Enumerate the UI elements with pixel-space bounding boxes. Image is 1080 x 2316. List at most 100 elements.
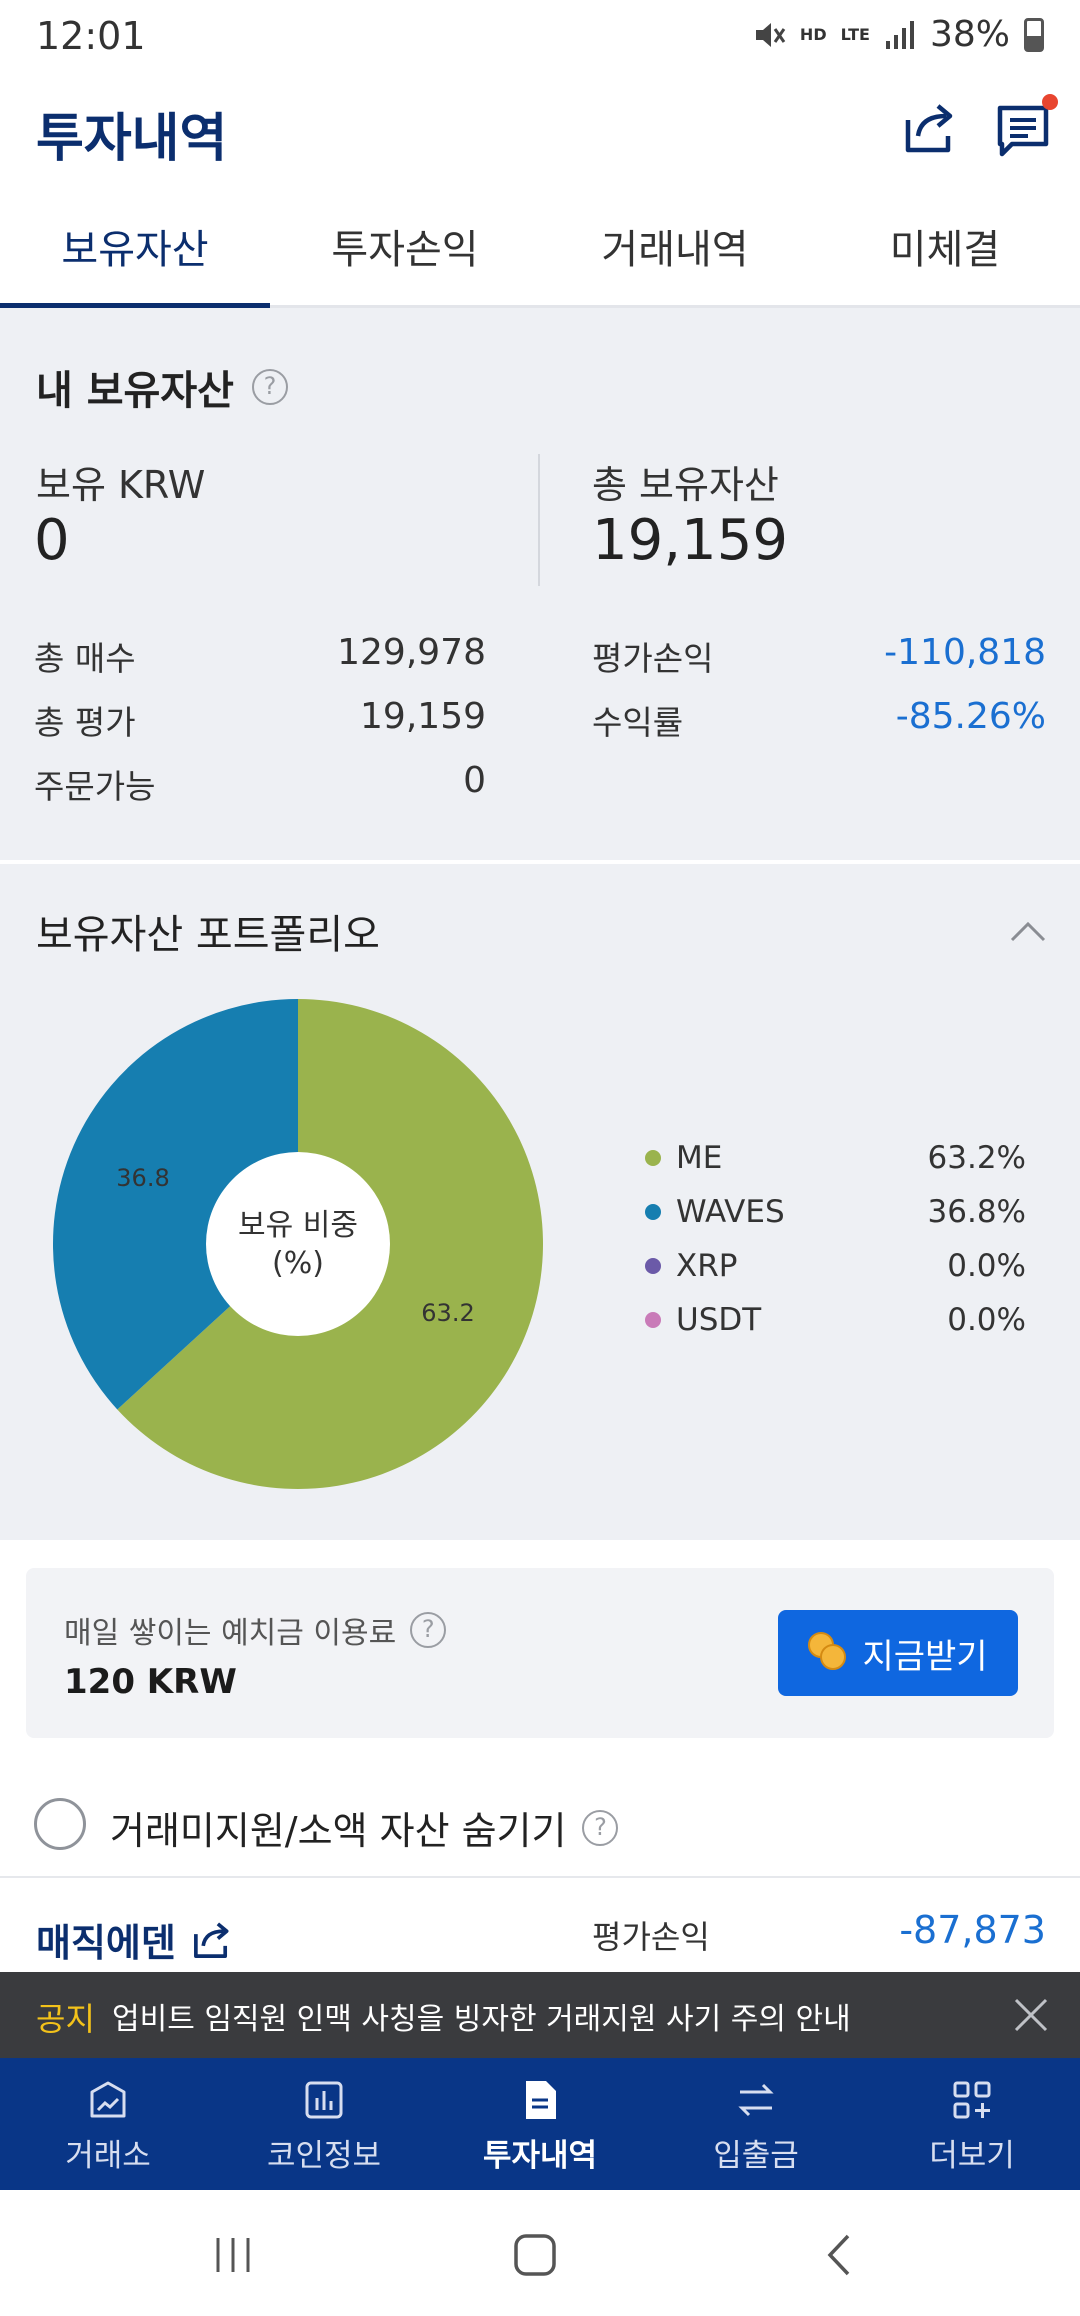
nav-deposit-withdraw[interactable]: 입출금 bbox=[648, 2058, 864, 2190]
recent-apps-icon[interactable] bbox=[208, 2230, 258, 2280]
nav-label: 더보기 bbox=[929, 2138, 1015, 2174]
holdings-summary: 내 보유자산 ? 보유 KRW 0 총 보유자산 19,159 총 매수 129… bbox=[0, 308, 1080, 860]
nav-exchange[interactable]: 거래소 bbox=[0, 2058, 216, 2190]
help-icon[interactable]: ? bbox=[582, 1809, 619, 1846]
total-assets-value: 19,159 bbox=[592, 508, 788, 573]
more-grid-icon bbox=[953, 2081, 991, 2119]
nav-label: 거래소 bbox=[65, 2138, 151, 2174]
nav-label: 입출금 bbox=[713, 2138, 799, 2174]
share-icon[interactable] bbox=[190, 1918, 234, 1962]
notice-text[interactable]: 업비트 임직원 인맥 사칭을 빙자한 거래지원 사기 주의 안내 bbox=[112, 1994, 851, 2038]
donut-center-label: 보유 비중 bbox=[238, 1208, 358, 1243]
legend-item: XRP 0.0% bbox=[640, 1244, 1040, 1298]
hd-voice-indicator: HD bbox=[799, 24, 827, 44]
total-buy-label: 총 매수 bbox=[34, 639, 136, 678]
deposit-fee-card: 매일 쌓이는 예치금 이용료 ? 120 KRW 지금받기 bbox=[26, 1568, 1054, 1738]
legend-pct: 0.0% bbox=[947, 1302, 1026, 1338]
status-icons: HD LTE 38% bbox=[752, 14, 1044, 55]
holdings-title: 내 보유자산 ? bbox=[36, 358, 288, 416]
bar-chart-icon bbox=[305, 2081, 343, 2119]
asset-row[interactable]: 매직에덴 평가손익 -87,873 bbox=[0, 1878, 1080, 1972]
summary-divider bbox=[538, 454, 540, 586]
back-icon[interactable] bbox=[816, 2230, 866, 2280]
hide-small-assets-label-wrap: 거래미지원/소액 자산 숨기기 ? bbox=[110, 1800, 619, 1855]
krw-label: 보유 KRW bbox=[36, 463, 206, 507]
nav-label: 코인정보 bbox=[266, 2138, 382, 2174]
help-icon[interactable]: ? bbox=[251, 369, 288, 405]
new-notice-badge bbox=[1042, 94, 1058, 110]
orderable-row: 주문가능 0 bbox=[34, 760, 486, 806]
total-eval-label: 총 평가 bbox=[34, 703, 136, 742]
close-icon[interactable] bbox=[1010, 1994, 1052, 2036]
lte-indicator: LTE bbox=[840, 24, 870, 44]
legend-item: USDT 0.0% bbox=[640, 1298, 1040, 1352]
legend-dot bbox=[645, 1258, 661, 1274]
nav-investments[interactable]: 투자내역 bbox=[432, 2058, 648, 2190]
share-button[interactable] bbox=[900, 98, 960, 158]
page-title: 투자내역 bbox=[36, 109, 228, 169]
nav-more[interactable]: 더보기 bbox=[864, 2058, 1080, 2190]
total-buy-row: 총 매수 129,978 bbox=[34, 632, 486, 678]
help-icon[interactable]: ? bbox=[410, 1612, 447, 1648]
orderable-value: 0 bbox=[463, 760, 486, 801]
asset-name: 매직에덴 bbox=[36, 1921, 176, 1965]
fee-description: 매일 쌓이는 예치금 이용료 ? bbox=[64, 1608, 447, 1652]
hide-small-assets-checkbox[interactable] bbox=[34, 1798, 86, 1850]
legend-pct: 0.0% bbox=[947, 1248, 1026, 1284]
transfer-arrows-icon bbox=[738, 2083, 774, 2117]
document-icon bbox=[526, 2081, 556, 2119]
donut-hole bbox=[206, 1152, 390, 1336]
eval-pl-label: 평가손익 bbox=[592, 639, 714, 678]
claim-now-label: 지금받기 bbox=[862, 1636, 988, 1677]
legend-name: XRP bbox=[676, 1248, 738, 1284]
legend-item: WAVES 36.8% bbox=[640, 1190, 1040, 1244]
asset-pl-label: 평가손익 bbox=[592, 1918, 710, 1956]
mute-icon bbox=[755, 22, 786, 47]
total-buy-value: 129,978 bbox=[337, 632, 486, 673]
holdings-title-text: 내 보유자산 bbox=[36, 368, 234, 414]
hide-small-assets-row[interactable]: 거래미지원/소액 자산 숨기기 ? bbox=[0, 1768, 1080, 1878]
nav-coin-info[interactable]: 코인정보 bbox=[216, 2058, 432, 2190]
collapse-chevron-up-icon[interactable] bbox=[1010, 914, 1046, 950]
share-icon bbox=[905, 104, 953, 153]
legend-dot bbox=[645, 1312, 661, 1328]
legend-item: ME 63.2% bbox=[640, 1136, 1040, 1190]
tab-profit-loss[interactable]: 투자손익 bbox=[270, 200, 540, 305]
status-time: 12:01 bbox=[36, 14, 146, 58]
return-rate-value: -85.26% bbox=[895, 696, 1046, 737]
legend-dot bbox=[645, 1150, 661, 1166]
signal-icon bbox=[885, 20, 914, 49]
notice-list-button[interactable] bbox=[996, 94, 1058, 158]
bottom-nav: 거래소 코인정보 투자내역 입출금 더보기 bbox=[0, 2058, 1080, 2190]
notice-banner[interactable]: 공지 업비트 임직원 인맥 사칭을 빙자한 거래지원 사기 주의 안내 bbox=[0, 1972, 1080, 2058]
claim-now-button[interactable]: 지금받기 bbox=[778, 1610, 1018, 1696]
orderable-label: 주문가능 bbox=[34, 767, 156, 806]
total-eval-row: 총 평가 19,159 bbox=[34, 696, 486, 742]
app-header: 투자내역 bbox=[0, 80, 1080, 180]
eval-pl-row: 평가손익 -110,818 bbox=[592, 632, 1046, 678]
battery-icon bbox=[1024, 17, 1044, 52]
slice-label-waves: 36.8 bbox=[116, 1164, 169, 1192]
tab-open-orders[interactable]: 미체결 bbox=[810, 200, 1080, 305]
tab-bar: 보유자산 투자손익 거래내역 미체결 bbox=[0, 200, 1080, 308]
legend-name: WAVES bbox=[676, 1194, 785, 1230]
home-icon[interactable] bbox=[510, 2230, 560, 2280]
legend-pct: 63.2% bbox=[927, 1140, 1026, 1176]
slice-label-me: 63.2 bbox=[421, 1299, 474, 1327]
coins-icon bbox=[808, 1632, 850, 1674]
legend-name: ME bbox=[676, 1140, 723, 1176]
system-nav-bar bbox=[0, 2190, 1080, 2316]
tab-transactions[interactable]: 거래내역 bbox=[540, 200, 810, 305]
portfolio-donut-chart: 보유 비중 (%) 63.2 36.8 bbox=[53, 999, 543, 1489]
return-rate-label: 수익률 bbox=[592, 703, 684, 742]
eval-pl-value: -110,818 bbox=[884, 632, 1046, 673]
notice-tag: 공지 bbox=[36, 2000, 95, 2038]
krw-value: 0 bbox=[34, 508, 70, 573]
asset-name-wrap: 매직에덴 bbox=[36, 1912, 234, 1967]
portfolio-title: 보유자산 포트폴리오 bbox=[36, 912, 380, 958]
return-rate-row: 수익률 -85.26% bbox=[592, 696, 1046, 742]
fee-text: 매일 쌓이는 예치금 이용료 bbox=[64, 1616, 397, 1651]
tab-holdings[interactable]: 보유자산 bbox=[0, 200, 270, 308]
fee-amount: 120 KRW bbox=[64, 1662, 237, 1702]
portfolio-section: 보유자산 포트폴리오 보유 비중 (%) 63.2 36.8 ME 63.2% … bbox=[0, 864, 1080, 1540]
